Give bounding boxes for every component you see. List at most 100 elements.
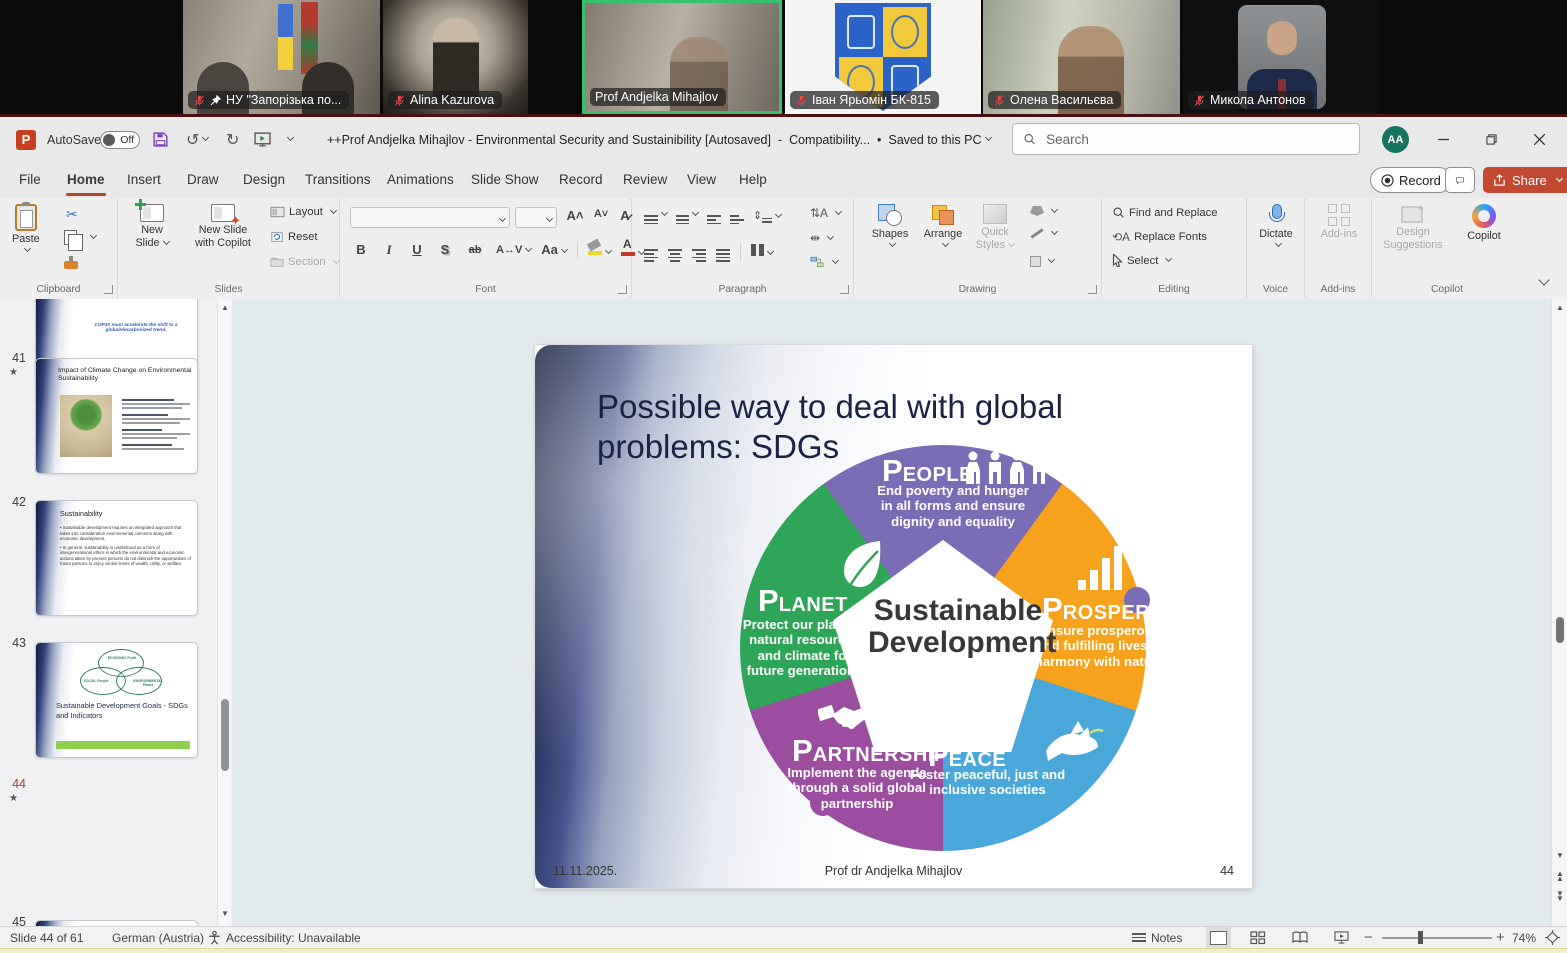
tab-transitions[interactable]: Transitions [302,162,374,196]
align-left-button[interactable] [644,242,658,262]
video-tile[interactable]: Іван Ярьомін БК-815 [785,0,981,114]
font-size-combo[interactable] [515,207,557,228]
bullets-button[interactable] [644,208,667,224]
new-slide-button[interactable]: NewSlide [128,204,176,249]
collapse-ribbon-chevron[interactable] [1538,274,1549,285]
video-tile[interactable]: Alina Kazurova [383,0,528,114]
video-tile-active-speaker[interactable]: Prof Andjelka Mihajlov [582,0,782,114]
video-tile[interactable]: НУ "Запорізька по... [183,0,380,114]
select-button[interactable]: Select [1112,254,1171,267]
copilot-button[interactable]: Copilot [1458,204,1510,243]
minimize-button[interactable] [1421,117,1465,162]
italic-button[interactable]: I [380,242,398,258]
increase-font-button[interactable]: A˄ [566,208,584,223]
change-case-button[interactable]: Aa [541,242,567,257]
slide-editing-canvas[interactable]: ✦✦ Possible way to deal with globalprobl… [232,299,1551,926]
thumbnail-slide-42[interactable]: Sustainability • Sustainable development… [35,500,198,616]
numbering-button[interactable] [676,208,698,224]
format-painter-button[interactable] [64,258,78,266]
scroll-down-arrow[interactable]: ▼ [1552,851,1567,860]
tab-animations[interactable]: Animations [384,162,457,196]
tab-file[interactable]: File [16,162,44,196]
thumbnail-panel-scrollbar[interactable]: ▲ ▼ [217,299,231,926]
slide-footer-number[interactable]: 44 [1220,864,1234,878]
saved-status[interactable]: Saved to this PC [888,133,981,147]
align-center-button[interactable] [668,242,682,262]
align-text-button[interactable]: ⇹ [810,231,833,245]
scroll-up-arrow[interactable]: ▲ [218,303,232,312]
find-replace-button[interactable]: Find and Replace [1112,206,1218,219]
drawing-dialog-launcher[interactable] [1088,285,1097,294]
scrollbar-thumb[interactable] [221,699,229,771]
clipboard-dialog-launcher[interactable] [104,285,113,294]
quick-access-toolbar-chevron[interactable] [284,117,293,162]
paragraph-dialog-launcher[interactable] [840,285,849,294]
tab-view[interactable]: View [684,162,719,196]
slide-sorter-view-button[interactable] [1250,927,1266,948]
start-slideshow-icon[interactable] [254,117,271,162]
shapes-button[interactable]: Shapes [866,204,914,248]
character-spacing-button[interactable]: A↔V [496,244,531,256]
tab-review[interactable]: Review [620,162,670,196]
copy-button[interactable] [64,230,96,245]
strikethrough-button[interactable]: ab [464,244,486,256]
thumbnail-slide-41[interactable]: Impact of Climate Change on Environmenta… [35,358,198,474]
slide-counter[interactable]: Slide 44 of 61 [10,927,83,948]
section-button[interactable]: Section [270,256,339,268]
shape-effects-button[interactable] [1030,256,1054,267]
bold-button[interactable]: B [352,242,370,257]
tab-design[interactable]: Design [240,162,288,196]
undo-icon[interactable]: ↺ [186,117,208,162]
arrange-button[interactable]: Arrange [918,204,968,248]
scroll-up-arrow[interactable]: ▲ [1552,303,1567,312]
zoom-percent[interactable]: 74% [1512,927,1536,948]
comments-button[interactable] [1445,167,1475,193]
notes-button[interactable]: Notes [1132,927,1182,948]
fit-slide-button[interactable] [1545,927,1560,948]
reset-button[interactable]: Reset [270,231,318,243]
decrease-indent-button[interactable] [707,208,721,224]
accessibility-status[interactable]: Accessibility: Unavailable [208,927,361,948]
powerpoint-logo-icon[interactable]: P [16,117,36,162]
account-avatar[interactable]: AA [1382,117,1409,162]
layout-button[interactable]: Layout [270,206,336,218]
zoom-slider-track[interactable] [1382,937,1492,939]
close-button[interactable] [1517,117,1561,162]
quick-styles-button[interactable]: QuickStyles [972,204,1018,251]
autosave-toggle[interactable]: Off [100,117,140,162]
search-input[interactable] [1044,131,1349,148]
decrease-font-button[interactable]: A˅ [592,208,610,220]
previous-slide-button[interactable]: ▲▲ [1552,871,1567,881]
shape-outline-button[interactable] [1030,231,1057,236]
reading-view-button[interactable] [1292,927,1308,948]
zoom-out-button[interactable]: − [1364,927,1373,948]
share-button[interactable]: Share [1483,167,1567,193]
language-button[interactable]: German (Austria) [112,927,204,948]
tab-insert[interactable]: Insert [124,162,164,196]
align-right-button[interactable] [692,242,706,262]
next-slide-button[interactable]: ▼▼ [1552,891,1567,901]
addins-button[interactable]: Add-ins [1317,204,1361,241]
tab-help[interactable]: Help [736,162,770,196]
underline-button[interactable]: U [408,242,426,257]
slideshow-view-button[interactable] [1334,927,1349,948]
save-icon[interactable] [152,117,169,162]
highlight-color-button[interactable] [588,241,611,258]
increase-indent-button[interactable] [730,208,744,224]
new-slide-with-copilot-button[interactable]: ✦ New Slidewith Copilot [180,204,266,249]
text-shadow-button[interactable]: S [436,242,454,257]
video-tile[interactable]: Микола Антонов [1183,0,1380,114]
sdg-diagram[interactable]: PEOPLE End poverty and hunger in all for… [740,445,1146,851]
cut-button[interactable]: ✂ [66,206,78,223]
zoom-in-button[interactable]: + [1496,927,1505,948]
convert-smartart-button[interactable] [810,256,838,268]
search-box[interactable] [1012,123,1360,155]
justify-button[interactable] [716,242,730,262]
tab-record[interactable]: Record [556,162,606,196]
thumbnail-slide-43[interactable]: ECONOMIC Profit SOCIAL People ENVIRONMEN… [35,642,198,758]
zoom-slider-thumb[interactable] [1418,931,1423,944]
tab-home[interactable]: Home [64,162,108,196]
scroll-down-arrow[interactable]: ▼ [218,909,232,918]
line-spacing-button[interactable]: ⇕ [753,209,781,223]
design-suggestions-button[interactable]: DesignSuggestions [1378,204,1448,251]
